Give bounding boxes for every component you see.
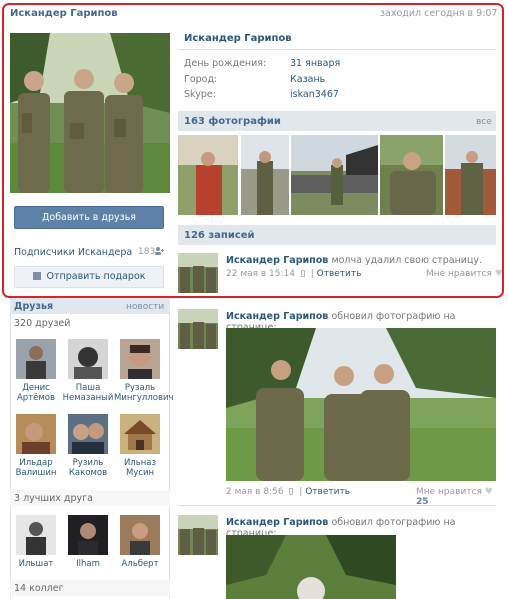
subscribers-label[interactable]: Подписчики Искандера [14,247,132,258]
friends-title[interactable]: Друзья [14,301,53,312]
friend-card[interactable]: Денис Артёмов [10,339,62,403]
best-friend-card[interactable]: Альберт [114,515,166,569]
friend-avatar[interactable] [120,339,160,379]
photo-thumb[interactable] [241,135,289,215]
friend-first-name[interactable]: Паша [62,383,114,393]
like-label: Мне нравится [426,269,492,279]
info-value-city[interactable]: Казань [290,74,325,85]
photo-thumb[interactable] [445,135,496,215]
add-friend-button[interactable]: Добавить в друзья [14,206,164,229]
post-author-name[interactable]: Искандер Гарипов [226,255,328,266]
post-author-name[interactable]: Искандер Гарипов [226,517,328,528]
subscribers-icon [154,246,164,259]
friend-avatar[interactable] [16,515,56,555]
friend-avatar[interactable] [68,414,108,454]
post-author-avatar[interactable] [178,253,218,293]
best-friend-card[interactable]: Ilham [62,515,114,569]
colleagues-title[interactable]: 14 коллег [14,583,64,594]
friend-avatar[interactable] [68,515,108,555]
friend-avatar[interactable] [16,339,56,379]
name-divider [178,49,496,50]
info-value-skype[interactable]: iskan3467 [290,89,339,100]
friend-card[interactable]: Рузаль Мингуллович [114,339,174,403]
avatar-photo [10,33,170,193]
best-friend-card[interactable]: Ильшат [10,515,62,569]
friend-last-name[interactable]: Валишин [10,468,62,478]
friend-card[interactable]: Ильдар Валишин [10,414,62,478]
friend-last-name[interactable]: Немазаный [62,393,114,403]
post-author-name[interactable]: Искандер Гарипов [226,311,328,322]
post-reply-link[interactable]: Ответить [305,487,350,497]
friend-first-name[interactable]: Рузаль [114,383,166,393]
info-label-city: Город: [184,74,218,85]
subscribers-count: 183 [138,247,156,257]
friend-first-name[interactable]: Ильназ [114,458,166,468]
post-date[interactable]: 22 мая в 15:14 [226,269,295,279]
heart-icon: ♥ [484,487,493,497]
friend-last-name[interactable]: Какомов [62,468,114,478]
photos-all-link[interactable]: все [476,117,492,127]
friends-count[interactable]: 320 друзей [14,318,70,329]
friend-card[interactable]: Ильназ Мусин [114,414,166,478]
photo-thumb[interactable] [178,135,238,215]
post-like-button[interactable]: Мне нравится ♥ 25 [416,487,508,507]
post-meta: 22 мая в 15:14 | Ответить [226,269,362,279]
info-value-birthday[interactable]: 31 января [290,58,340,69]
phone-icon [300,270,305,277]
friend-avatar[interactable] [68,339,108,379]
friend-card[interactable]: Паша Немазаный [62,339,114,403]
post-author-avatar[interactable] [178,515,218,555]
subscribers-row[interactable]: Подписчики Искандера 183 [14,244,164,260]
post-author-avatar[interactable] [178,309,218,349]
info-label-skype: Skype: [184,89,216,100]
photo-thumb[interactable] [380,135,443,215]
friend-first-name[interactable]: Ильдар [10,458,62,468]
send-gift-label: Отправить подарок [46,271,146,282]
friend-first-name[interactable]: Ilham [62,559,114,569]
heart-icon: ♥ [494,269,503,279]
post-text: молча удалил свою страницу. [331,255,483,266]
best-friends-title[interactable]: 3 лучших друга [14,493,93,504]
like-label: Мне нравится [416,487,482,497]
friend-avatar[interactable] [16,414,56,454]
friends-news-link[interactable]: новости [126,302,164,312]
friend-last-name[interactable]: Мингуллович [114,393,174,403]
friend-first-name[interactable]: Денис [10,383,62,393]
friend-first-name[interactable]: Альберт [114,559,166,569]
post-photo[interactable] [226,328,496,481]
gift-icon [32,272,41,280]
post-photo[interactable] [226,535,396,599]
friend-last-name[interactable]: Мусин [114,468,166,478]
friend-last-name[interactable]: Артёмов [10,393,62,403]
photos-title[interactable]: 163 фотографии [184,116,281,127]
post-reply-link[interactable]: Ответить [317,269,362,279]
profile-avatar[interactable] [10,33,170,193]
post-date[interactable]: 2 мая в 8:56 [226,487,284,497]
friend-first-name[interactable]: Рузиль [62,458,114,468]
post-header: Искандер Гарипов молча удалил свою стран… [226,255,482,266]
send-gift-button[interactable]: Отправить подарок [14,266,164,288]
photo-thumb[interactable] [291,135,378,215]
friend-avatar[interactable] [120,515,160,555]
post-meta: 2 мая в 8:56 | Ответить [226,487,350,497]
wall-title[interactable]: 126 записей [184,230,255,241]
post-divider [178,505,496,506]
profile-name[interactable]: Искандер Гарипов [184,33,292,44]
friend-avatar[interactable] [120,414,160,454]
friend-first-name[interactable]: Ильшат [10,559,62,569]
friend-card[interactable]: Рузиль Какомов [62,414,114,478]
info-label-birthday: День рождения: [184,58,267,69]
post-like-button[interactable]: Мне нравится ♥ [426,269,503,279]
phone-icon [289,488,294,495]
